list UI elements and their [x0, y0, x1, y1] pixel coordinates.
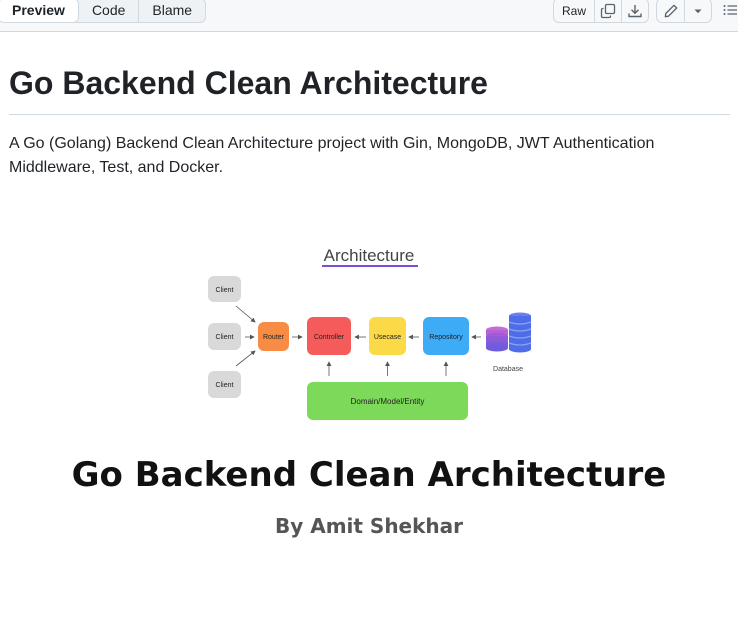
banner-big-title: Go Backend Clean Architecture: [72, 455, 667, 495]
banner-author: By Amit Shekhar: [275, 514, 463, 538]
banner-heading: Architecture: [324, 246, 415, 265]
architecture-banner-image: Architecture Client Client Client Router…: [72, 246, 667, 538]
client-label-3: Client: [216, 382, 234, 389]
arrow-client3-router: [235, 350, 256, 367]
banner-heading-underline: [322, 265, 418, 267]
client-label-2: Client: [216, 334, 234, 341]
router-label: Router: [263, 334, 285, 341]
client-label-1: Client: [216, 287, 234, 294]
arrow-client1-router: [235, 305, 256, 323]
domain-label: Domain/Model/Entity: [351, 397, 425, 406]
repository-label: Repository: [429, 334, 463, 341]
usecase-label: Usecase: [374, 334, 401, 341]
database-icon: [486, 312, 532, 353]
controller-label: Controller: [314, 334, 345, 341]
database-label: Database: [493, 366, 523, 373]
